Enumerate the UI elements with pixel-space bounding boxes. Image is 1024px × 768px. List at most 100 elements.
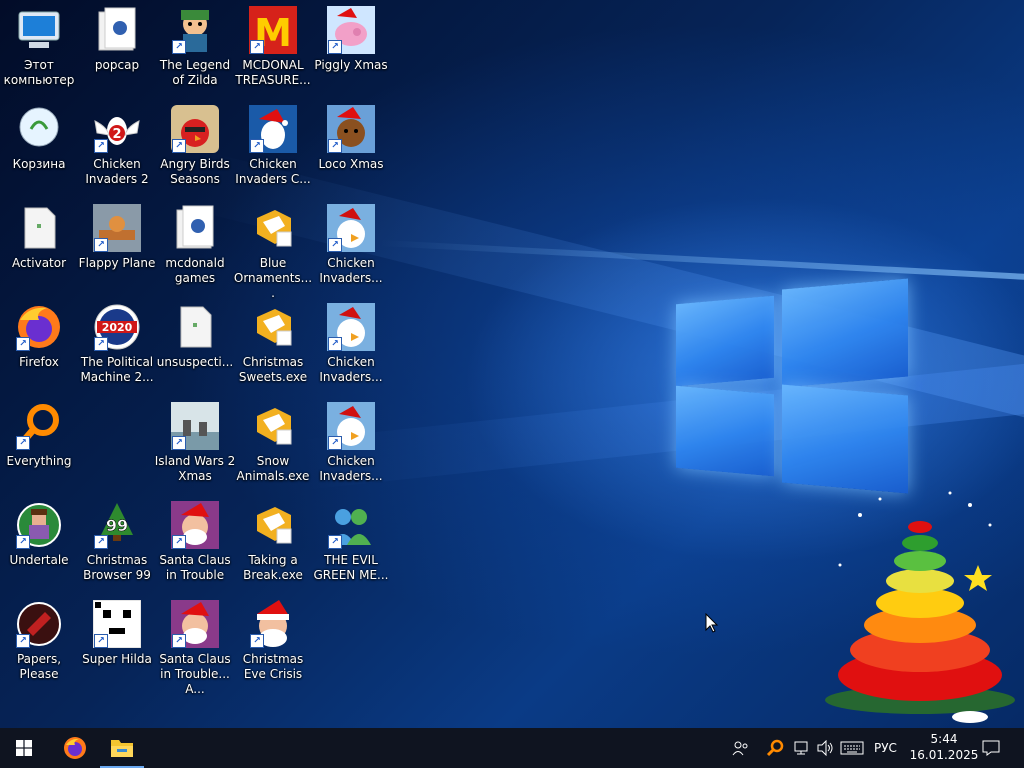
desktop-icon[interactable]: 2 ↗ Chicken Invaders 2	[78, 99, 156, 195]
desktop-icon-label: Корзина	[12, 157, 66, 171]
piggly-xmas-icon: ↗	[327, 6, 375, 54]
desktop-icon-label: Santa Claus in Trouble... A...	[159, 652, 231, 696]
desktop-icon-label: Chicken Invaders...	[319, 355, 383, 384]
desktop-icon[interactable]: Snow Animals.exe	[234, 396, 312, 492]
desktop-icon-label: Christmas Eve Crisis	[242, 652, 304, 681]
desktop-icon[interactable]: ↗ Flappy Plane	[78, 198, 156, 294]
desktop-icon[interactable]: ↗ Super Hilda	[78, 594, 156, 690]
desktop-icon[interactable]: ↗ Angry Birds Seasons	[156, 99, 234, 195]
shortcut-arrow-icon: ↗	[328, 40, 342, 54]
exe-puzzle-icon	[249, 204, 297, 252]
desktop-icon[interactable]: ↗ Chicken Invaders...	[312, 198, 390, 294]
undertale-icon: ↗	[15, 501, 63, 549]
keyboard-icon[interactable]	[840, 741, 864, 755]
desktop-icon[interactable]: ↗ Loco Xmas	[312, 99, 390, 195]
desktop-icon-label: THE EVIL GREEN ME...	[313, 553, 389, 582]
desktop-icon[interactable]: ↗ The Legend of Zilda	[156, 0, 234, 96]
zilda-game-icon: ↗	[171, 6, 219, 54]
desktop-icon[interactable]: mcdonald games	[156, 198, 234, 294]
desktop-icon-label: Santa Claus in Trouble	[159, 553, 231, 582]
mcdonalds-icon: M ↗	[249, 6, 297, 55]
island-wars-icon: ↗	[171, 402, 219, 450]
people-icon[interactable]	[732, 740, 750, 756]
desktop-icon-label: Papers, Please	[16, 652, 62, 681]
desktop-icon[interactable]: ↗ Santa Claus in Trouble	[156, 495, 234, 591]
desktop-icon[interactable]: 2020 ↗ The Political Machine 2...	[78, 297, 156, 393]
start-button[interactable]	[0, 728, 48, 768]
desktop-icon[interactable]: Blue Ornaments....	[234, 198, 312, 300]
shortcut-arrow-icon: ↗	[328, 337, 342, 351]
mouse-cursor	[705, 613, 719, 633]
taskbar-file-explorer[interactable]	[100, 728, 144, 768]
desktop-icon[interactable]: ↗ Chicken Invaders...	[312, 396, 390, 492]
exe-puzzle-icon	[249, 501, 297, 549]
everything-search-tray-icon[interactable]	[766, 739, 784, 757]
desktop-icon[interactable]: Christmas Sweets.exe	[234, 297, 312, 393]
desktop-icon[interactable]: ↗ Santa Claus in Trouble... A...	[156, 594, 234, 696]
desktop-icon-label: Christmas Browser 99	[83, 553, 151, 582]
desktop-icon[interactable]: ↗ Chicken Invaders C...	[234, 99, 312, 195]
chicken-invaders-christmas-icon: ↗	[249, 105, 297, 153]
shortcut-arrow-icon: ↗	[94, 139, 108, 153]
chicken-invaders-icon: ↗	[327, 402, 375, 450]
clock-time: 5:44	[930, 732, 958, 746]
desktop-icon-label: MCDONAL TREASURE...	[235, 58, 311, 87]
desktop-icon[interactable]: ↗ Piggly Xmas	[312, 0, 390, 96]
shortcut-arrow-icon: ↗	[172, 535, 186, 549]
chicken-invaders-icon: ↗	[327, 204, 375, 252]
taskbar: РУС 5:44 16.01.2025	[0, 728, 1024, 768]
shortcut-arrow-icon: ↗	[250, 139, 264, 153]
desktop-icon-label: Chicken Invaders...	[319, 454, 383, 483]
desktop-icon[interactable]: Activator	[0, 198, 78, 294]
desktop-icon-label: Super Hilda	[82, 652, 152, 666]
shortcut-arrow-icon: ↗	[250, 634, 264, 648]
chicken-invaders-2-icon: 2 ↗	[93, 105, 141, 153]
notifications-icon[interactable]	[982, 740, 1000, 756]
desktop-icon-label: Loco Xmas	[318, 157, 384, 171]
desktop-icon[interactable]: 99 ↗ Christmas Browser 99	[78, 495, 156, 591]
desktop-icon-label: Christmas Sweets.exe	[238, 355, 308, 384]
desktop-icon[interactable]: ↗ Firefox	[0, 297, 78, 393]
desktop[interactable]: Этот компьютер popcap ↗ The Legend of Zilda…	[0, 0, 1024, 728]
shortcut-arrow-icon: ↗	[250, 40, 264, 54]
desktop-icon[interactable]: unsuspecti...	[156, 297, 234, 393]
papers-please-icon: ↗	[15, 600, 63, 648]
desktop-icon[interactable]: ↗ Chicken Invaders...	[312, 297, 390, 393]
desktop-icon[interactable]: M ↗ MCDONAL TREASURE...	[234, 0, 312, 96]
language-indicator[interactable]: РУС	[874, 741, 897, 755]
christmas-browser-icon: 99 ↗	[93, 501, 141, 549]
clock[interactable]: 5:44 16.01.2025	[902, 731, 986, 763]
file-icon	[15, 204, 63, 252]
desktop-icon[interactable]: Корзина	[0, 99, 78, 195]
shortcut-arrow-icon: ↗	[172, 634, 186, 648]
desktop-icon-label: Chicken Invaders C...	[235, 157, 311, 186]
taskbar-firefox[interactable]	[54, 728, 98, 768]
messenger-icon: ↗	[327, 501, 375, 549]
shortcut-arrow-icon: ↗	[328, 535, 342, 549]
desktop-icon[interactable]: ↗ Undertale	[0, 495, 78, 591]
desktop-icon-label: Taking a Break.exe	[243, 553, 303, 582]
desktop-icon[interactable]: ↗ Everything	[0, 396, 78, 492]
volume-icon[interactable]	[816, 740, 834, 756]
network-icon[interactable]	[792, 740, 810, 756]
desktop-icon[interactable]: ↗ THE EVIL GREEN ME...	[312, 495, 390, 591]
desktop-icon-label: popcap	[94, 58, 140, 72]
recycle-bin-icon	[15, 105, 63, 153]
shortcut-arrow-icon: ↗	[94, 238, 108, 252]
shortcut-arrow-icon: ↗	[172, 436, 186, 450]
folder-icon	[171, 204, 219, 252]
desktop-icon[interactable]: popcap	[78, 0, 156, 96]
desktop-icon-label: Этот компьютер	[3, 58, 75, 87]
desktop-icon[interactable]: ↗ Island Wars 2 Xmas	[155, 396, 235, 492]
desktop-icon[interactable]: ↗ Christmas Eve Crisis	[234, 594, 312, 690]
santa-trouble-icon: ↗	[171, 501, 219, 549]
desktop-icon[interactable]: Этот компьютер	[0, 0, 78, 96]
desktop-icon-label: Activator	[11, 256, 67, 270]
shortcut-arrow-icon: ↗	[16, 337, 30, 351]
desktop-icon[interactable]: Taking a Break.exe	[234, 495, 312, 591]
desktop-icon-label: mcdonald games	[165, 256, 225, 285]
desktop-icon[interactable]: ↗ Papers, Please	[0, 594, 78, 690]
desktop-icon-label: The Political Machine 2...	[80, 355, 154, 384]
desktop-icon-label: Flappy Plane	[78, 256, 156, 270]
shortcut-arrow-icon: ↗	[94, 337, 108, 351]
